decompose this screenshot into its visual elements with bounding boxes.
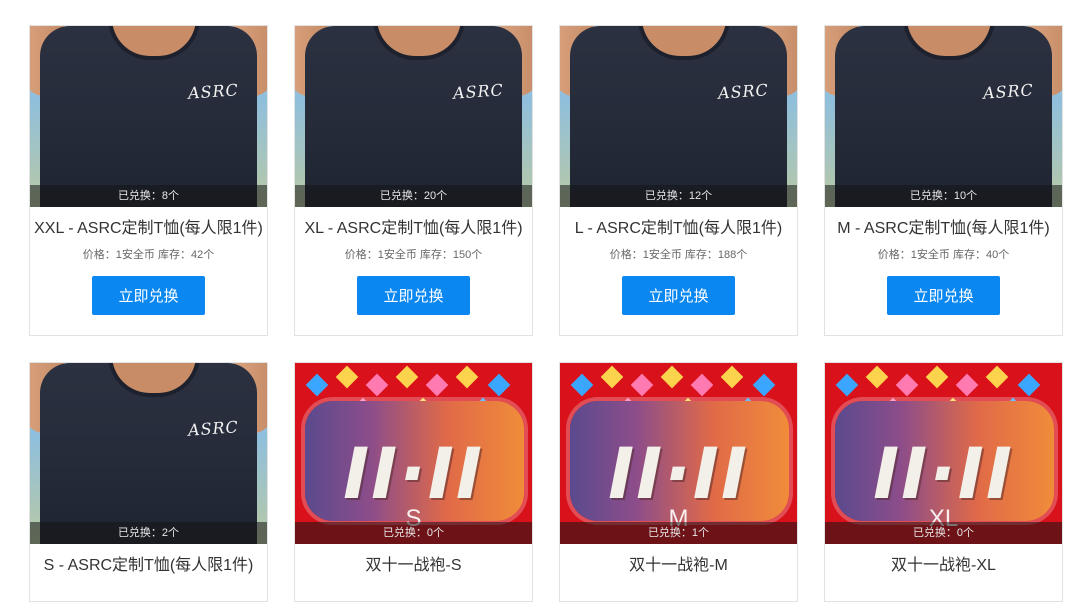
product-image[interactable]: II·II M 已兑换：1个 bbox=[560, 363, 797, 544]
exchanged-count: 已兑换：12个 bbox=[560, 185, 797, 207]
exchanged-count: 已兑换：0个 bbox=[295, 522, 532, 544]
product-image[interactable]: ASRC 已兑换：12个 bbox=[560, 26, 797, 207]
product-title[interactable]: L - ASRC定制T恤(每人限1件) bbox=[560, 218, 797, 240]
diamond-shape bbox=[660, 365, 684, 389]
exchanged-count: 已兑换：20个 bbox=[295, 185, 532, 207]
diamond-shape bbox=[570, 373, 594, 397]
diamond-shape bbox=[630, 373, 654, 397]
product-title[interactable]: 双十一战袍-S bbox=[295, 555, 532, 577]
diamond-shape bbox=[335, 365, 359, 389]
promo-1111-graphic: II·II bbox=[608, 433, 749, 515]
diamond-shape bbox=[455, 365, 479, 389]
product-grid: ASRC 已兑换：8个 XXL - ASRC定制T恤(每人限1件) 价格：1安全… bbox=[0, 0, 1080, 602]
product-card[interactable]: ASRC 已兑换：10个 M - ASRC定制T恤(每人限1件) 价格：1安全币… bbox=[824, 25, 1063, 336]
product-image[interactable]: ASRC 已兑换：2个 bbox=[30, 363, 267, 544]
diamond-shape bbox=[925, 365, 949, 389]
diamond-shape bbox=[985, 365, 1009, 389]
asrc-logo: ASRC bbox=[187, 417, 240, 440]
product-title[interactable]: 双十一战袍-XL bbox=[825, 555, 1062, 577]
diamond-shape bbox=[955, 373, 979, 397]
exchanged-count: 已兑换：1个 bbox=[560, 522, 797, 544]
asrc-logo: ASRC bbox=[982, 80, 1035, 103]
diamond-shape bbox=[395, 365, 419, 389]
diamond-shape bbox=[425, 373, 449, 397]
diamond-shape bbox=[895, 373, 919, 397]
asrc-logo: ASRC bbox=[452, 80, 505, 103]
redeem-button[interactable]: 立即兑换 bbox=[92, 276, 205, 315]
product-card[interactable]: ASRC 已兑换：20个 XL - ASRC定制T恤(每人限1件) 价格：1安全… bbox=[294, 25, 533, 336]
price-stock: 价格：1安全币 库存：42个 bbox=[82, 249, 215, 261]
redeem-button[interactable]: 立即兑换 bbox=[622, 276, 735, 315]
promo-1111-graphic: II·II bbox=[343, 433, 484, 515]
product-card[interactable]: ASRC 已兑换：2个 S - ASRC定制T恤(每人限1件) bbox=[29, 362, 268, 602]
asrc-logo: ASRC bbox=[717, 80, 770, 103]
product-card[interactable]: II·II XL 已兑换：0个 双十一战袍-XL bbox=[824, 362, 1063, 602]
product-image[interactable]: II·II XL 已兑换：0个 bbox=[825, 363, 1062, 544]
product-card[interactable]: II·II M 已兑换：1个 双十一战袍-M bbox=[559, 362, 798, 602]
price-stock: 价格：1安全币 库存：40个 bbox=[877, 249, 1010, 261]
diamond-shape bbox=[365, 373, 389, 397]
product-title[interactable]: XL - ASRC定制T恤(每人限1件) bbox=[295, 218, 532, 240]
diamond-shape bbox=[720, 365, 744, 389]
product-card[interactable]: ASRC 已兑换：8个 XXL - ASRC定制T恤(每人限1件) 价格：1安全… bbox=[29, 25, 268, 336]
redeem-button[interactable]: 立即兑换 bbox=[357, 276, 470, 315]
product-card[interactable]: ASRC 已兑换：12个 L - ASRC定制T恤(每人限1件) 价格：1安全币… bbox=[559, 25, 798, 336]
diamond-shape bbox=[600, 365, 624, 389]
exchanged-count: 已兑换：2个 bbox=[30, 522, 267, 544]
product-image[interactable]: ASRC 已兑换：8个 bbox=[30, 26, 267, 207]
redeem-button[interactable]: 立即兑换 bbox=[887, 276, 1000, 315]
diamond-shape bbox=[835, 373, 859, 397]
price-stock: 价格：1安全币 库存：150个 bbox=[344, 249, 483, 261]
exchanged-count: 已兑换：0个 bbox=[825, 522, 1062, 544]
diamond-shape bbox=[305, 373, 329, 397]
product-title[interactable]: S - ASRC定制T恤(每人限1件) bbox=[30, 555, 267, 577]
diamond-shape bbox=[752, 373, 776, 397]
asrc-logo: ASRC bbox=[187, 80, 240, 103]
promo-1111-graphic: II·II bbox=[873, 433, 1014, 515]
diamond-shape bbox=[1017, 373, 1041, 397]
product-title[interactable]: 双十一战袍-M bbox=[560, 555, 797, 577]
product-card[interactable]: II·II S 已兑换：0个 双十一战袍-S bbox=[294, 362, 533, 602]
exchanged-count: 已兑换：10个 bbox=[825, 185, 1062, 207]
product-title[interactable]: XXL - ASRC定制T恤(每人限1件) bbox=[30, 218, 267, 240]
diamond-shape bbox=[690, 373, 714, 397]
product-title[interactable]: M - ASRC定制T恤(每人限1件) bbox=[825, 218, 1062, 240]
product-image[interactable]: II·II S 已兑换：0个 bbox=[295, 363, 532, 544]
price-stock: 价格：1安全币 库存：188个 bbox=[609, 249, 748, 261]
product-image[interactable]: ASRC 已兑换：10个 bbox=[825, 26, 1062, 207]
diamond-shape bbox=[487, 373, 511, 397]
exchanged-count: 已兑换：8个 bbox=[30, 185, 267, 207]
product-image[interactable]: ASRC 已兑换：20个 bbox=[295, 26, 532, 207]
diamond-shape bbox=[865, 365, 889, 389]
